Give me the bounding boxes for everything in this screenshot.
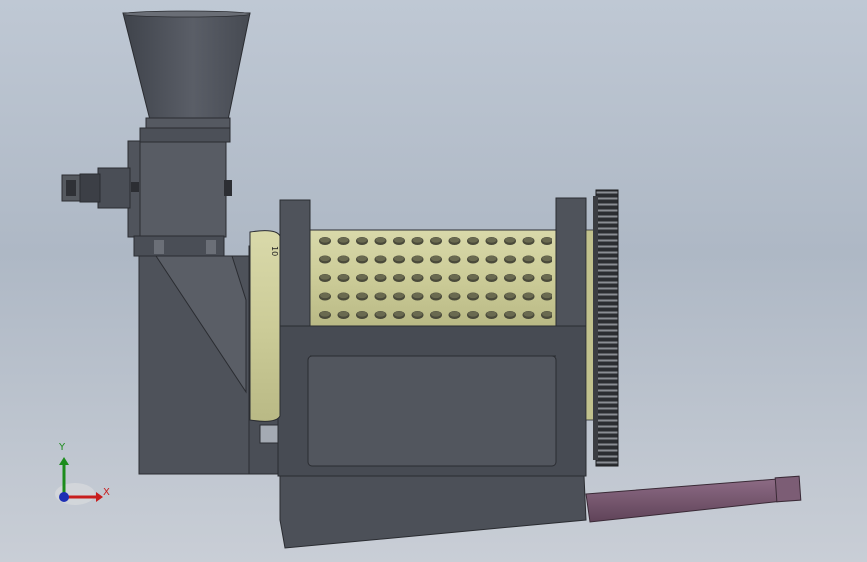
drive-gear[interactable] (593, 189, 619, 467)
cad-viewport[interactable]: 10 Y X (0, 0, 867, 562)
perforated-drum[interactable] (309, 229, 557, 327)
discharge-pipe[interactable] (585, 475, 802, 523)
feed-housing[interactable] (127, 140, 232, 257)
drum-end-cap[interactable] (249, 230, 281, 422)
nameplate-label: 10 (270, 246, 279, 256)
discharge-trough[interactable] (279, 475, 587, 549)
axis-triad (55, 457, 103, 505)
hopper[interactable] (122, 10, 251, 143)
machine-model[interactable]: 10 (0, 0, 867, 562)
drive-motor[interactable] (61, 167, 139, 209)
y-axis-label: Y (59, 442, 66, 453)
x-axis-label: X (103, 487, 110, 498)
z-axis-marker (59, 492, 69, 502)
